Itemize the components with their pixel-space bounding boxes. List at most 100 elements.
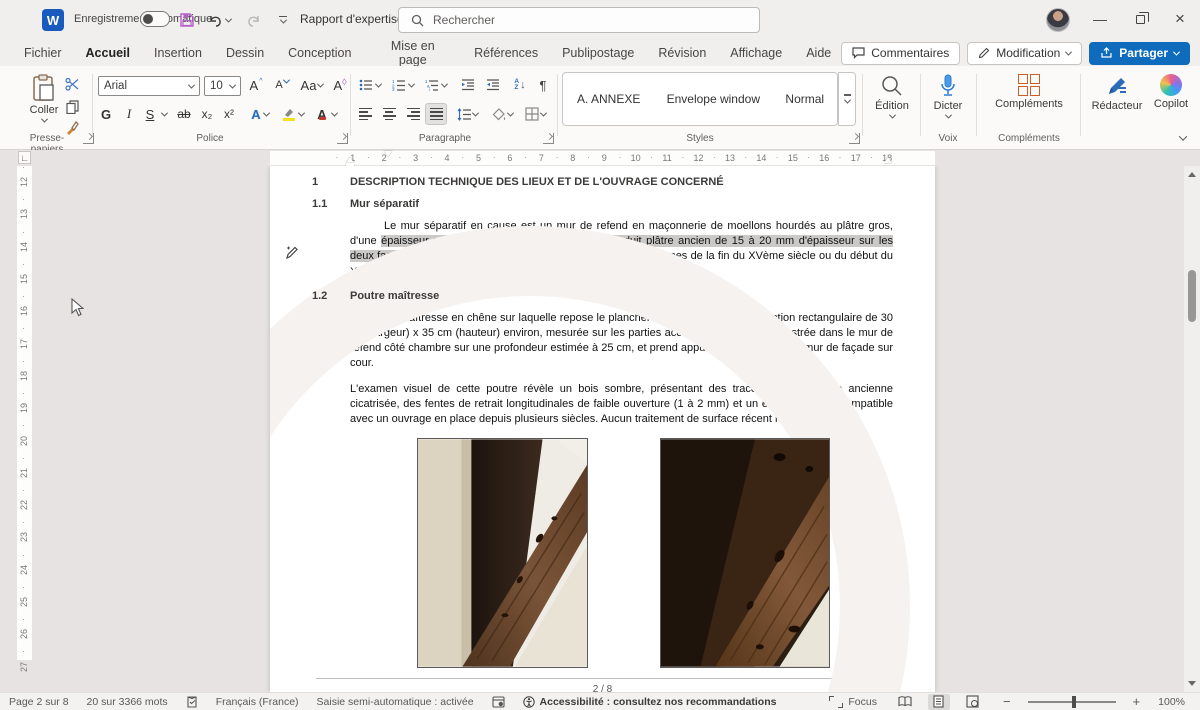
tab-stop-selector[interactable]: ∟ (18, 151, 31, 164)
underline-button[interactable]: S (140, 104, 160, 124)
read-mode-button[interactable] (894, 694, 916, 710)
vertical-scrollbar[interactable] (1184, 166, 1200, 692)
undo-icon (209, 15, 221, 27)
scroll-down-arrow[interactable] (1188, 681, 1196, 686)
decrease-indent-button[interactable] (458, 75, 478, 95)
print-layout-button[interactable] (927, 693, 950, 710)
language-indicator[interactable]: Français (France) (207, 693, 308, 710)
align-center-button[interactable] (379, 104, 399, 124)
line-spacing-button[interactable] (452, 104, 482, 124)
copilot-button[interactable]: Copilot (1148, 72, 1194, 112)
multilevel-list-button[interactable]: 1ai (421, 75, 451, 95)
grow-font-button[interactable]: A ^ (246, 75, 266, 95)
beam-photo-2[interactable] (660, 438, 830, 669)
quick-access-more-button[interactable] (270, 8, 296, 32)
bold-button[interactable]: G (96, 104, 116, 124)
font-name-value: Arial (104, 80, 128, 92)
share-chevron-icon (1172, 48, 1181, 56)
editor-suggestions-button[interactable] (483, 693, 514, 710)
word-count[interactable]: 20 sur 3366 mots (78, 693, 177, 710)
strikethrough-button[interactable]: ab (174, 104, 194, 124)
redo-button[interactable] (240, 8, 266, 32)
clear-formatting-button[interactable]: A ◊ (330, 75, 350, 95)
autosave-toggle[interactable] (140, 11, 170, 27)
word-logo-icon[interactable]: W (42, 9, 64, 31)
shrink-font-button[interactable]: A (272, 75, 292, 95)
underline-chevron[interactable] (158, 104, 170, 124)
scroll-up-arrow[interactable] (1188, 172, 1196, 177)
search-input[interactable]: Rechercher (398, 7, 760, 33)
comments-button[interactable]: Commentaires (841, 41, 961, 65)
borders-button[interactable] (519, 104, 551, 124)
focus-mode-button[interactable]: Focus (820, 693, 886, 710)
highlight-button[interactable] (278, 104, 308, 124)
editor-button[interactable]: Rédacteur (1086, 72, 1148, 114)
styles-dialog-launcher[interactable] (849, 132, 860, 144)
page-indicator[interactable]: Page 2 sur 8 (0, 693, 78, 710)
save-button[interactable] (174, 8, 200, 32)
dictate-button[interactable]: Dicter (926, 72, 970, 121)
proofing-status[interactable] (177, 693, 207, 710)
addins-icon (1018, 74, 1040, 96)
numbering-button[interactable]: 123 (388, 75, 418, 95)
horizontal-ruler[interactable]: 123456789101112131415161718 (0, 150, 1200, 166)
right-indent-marker[interactable] (884, 157, 892, 163)
font-size-select[interactable]: 10 (204, 76, 241, 96)
font-color-button[interactable]: A (311, 104, 341, 124)
scrollbar-thumb[interactable] (1188, 270, 1196, 322)
minimize-button[interactable]: — (1080, 0, 1120, 38)
align-right-button[interactable] (403, 104, 423, 124)
beam-photo-1[interactable] (417, 438, 588, 669)
style-item[interactable]: Normal (771, 73, 837, 125)
sort-button[interactable]: AZ ↓ (510, 75, 530, 95)
paragraph-mur-separatif: Le mur séparatif en cause est un mur de … (350, 220, 893, 278)
search-placeholder: Rechercher (433, 13, 496, 27)
align-left-button[interactable] (355, 104, 375, 124)
font-dialog-launcher[interactable] (337, 132, 348, 144)
subscript-button[interactable]: x₂ (197, 104, 217, 124)
zoom-in-button[interactable]: + (1124, 693, 1150, 710)
zoom-slider[interactable] (1027, 695, 1116, 708)
web-layout-button[interactable] (962, 694, 984, 710)
word-app-window: { "titlebar": { "logo_letter": "W", "aut… (0, 0, 1200, 710)
share-button[interactable]: Partager (1089, 41, 1190, 65)
collapse-ribbon-button[interactable] (1174, 128, 1192, 148)
bullets-button[interactable] (355, 75, 385, 95)
undo-button[interactable] (202, 8, 236, 32)
vertical-ruler[interactable]: 12131415161718192021222324252627 (17, 166, 32, 672)
paragraph-dialog-launcher[interactable] (543, 132, 554, 144)
style-item[interactable]: A. ANNEXE (563, 73, 653, 125)
account-avatar[interactable] (1046, 8, 1070, 32)
show-marks-button[interactable]: ¶ (533, 75, 553, 95)
text-effects-button[interactable]: A (246, 104, 274, 124)
autocomplete-status[interactable]: Saisie semi-automatique : activée (308, 693, 483, 710)
justify-button[interactable] (425, 103, 447, 125)
zoom-slider-thumb[interactable] (1071, 695, 1076, 708)
zoom-out-button[interactable]: − (994, 693, 1020, 710)
italic-button[interactable]: I (119, 104, 139, 124)
editing-mode-button[interactable]: Modification (967, 41, 1083, 65)
paragraph-poutre-1: La poutre maîtresse en chêne sur laquell… (350, 311, 893, 370)
font-name-select[interactable]: Arial (98, 76, 200, 96)
style-item[interactable]: Envelope window (653, 73, 772, 125)
editing-button[interactable]: Édition (868, 72, 916, 121)
document-page[interactable]: 1 DESCRIPTION TECHNIQUE DES LIEUX ET DE … (270, 166, 935, 692)
superscript-button[interactable]: x² (219, 104, 239, 124)
change-case-button[interactable]: Aa (298, 75, 326, 95)
accessibility-status[interactable]: Accessibilité : consultez nos recommanda… (514, 693, 786, 710)
addins-button[interactable]: Compléments (984, 72, 1074, 112)
restore-button[interactable] (1120, 0, 1160, 38)
copilot-inline-edit-button[interactable] (284, 244, 300, 260)
copy-button[interactable] (62, 97, 82, 117)
styles-gallery-more-button[interactable] (838, 72, 856, 126)
cut-button[interactable] (62, 74, 82, 94)
zoom-level[interactable]: 100% (1149, 693, 1194, 710)
first-line-indent-marker[interactable] (384, 151, 392, 157)
copilot-label: Copilot (1153, 98, 1189, 110)
editor-label: Rédacteur (1091, 100, 1143, 112)
increase-indent-button[interactable] (483, 75, 503, 95)
close-button[interactable]: × (1160, 0, 1200, 38)
shading-button[interactable] (487, 104, 517, 124)
proofing-book-icon (187, 695, 197, 708)
heading-number: 1.1 (312, 198, 328, 210)
